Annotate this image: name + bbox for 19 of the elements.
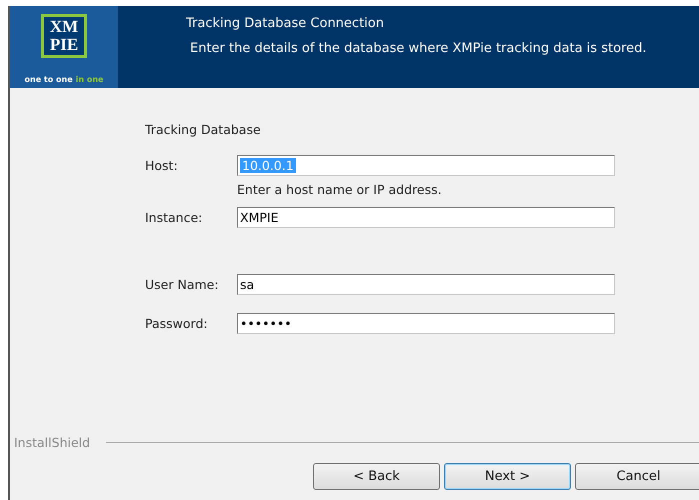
input-field[interactable]: ••••••• — [237, 313, 615, 334]
wizard-button[interactable]: Cancel — [575, 463, 699, 490]
input-field[interactable]: XMPIE — [237, 207, 615, 228]
field-label: Host: — [145, 157, 179, 173]
logo-text: PIE — [50, 36, 78, 54]
wizard-button[interactable]: Next > — [444, 463, 571, 490]
page-title: Tracking Database Connection — [186, 16, 385, 31]
wizard-button[interactable]: < Back — [313, 463, 440, 490]
section-title: Tracking Database — [145, 122, 262, 137]
brand-label: InstallShield — [14, 435, 90, 450]
field-label: Instance: — [145, 209, 204, 225]
logo-text: XM — [50, 18, 78, 36]
field-hint: Enter a host name or IP address. — [237, 182, 443, 197]
page-subtitle: Enter the details of the database where XMPie tracking data is stored. — [189, 41, 646, 56]
field-label: User Name: — [145, 276, 220, 292]
logo-tagline: in one — [76, 75, 104, 84]
input-field[interactable]: sa — [237, 274, 615, 295]
field-label: Password: — [145, 315, 209, 331]
logo-tagline: one to one — [24, 75, 73, 84]
